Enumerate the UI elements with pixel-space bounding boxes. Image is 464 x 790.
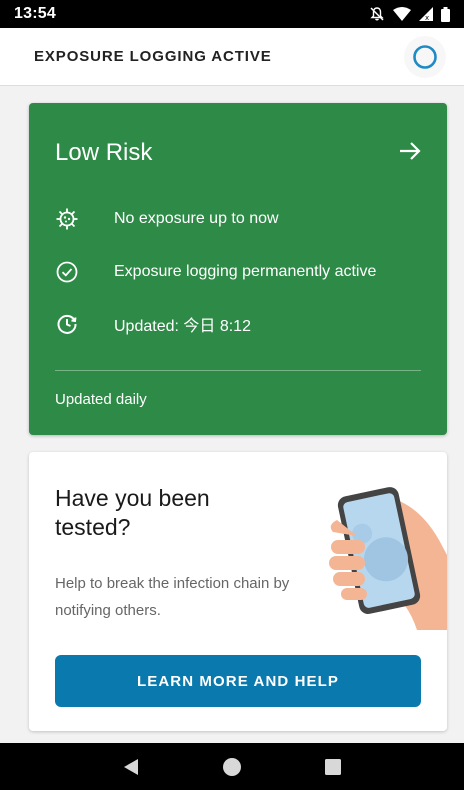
home-circle-icon — [222, 757, 241, 776]
svg-text:x: x — [425, 14, 429, 21]
app-bar: EXPOSURE LOGGING ACTIVE — [0, 28, 464, 86]
risk-row-exposure: No exposure up to now — [55, 207, 279, 231]
tested-card: Have you been tested? Help to break the … — [29, 452, 447, 731]
phone-in-hand-illustration — [327, 480, 447, 635]
wifi-icon — [393, 7, 411, 21]
nav-bar — [0, 743, 464, 790]
risk-row-logging: Exposure logging permanently active — [55, 260, 376, 284]
risk-row-text: No exposure up to now — [114, 210, 279, 227]
risk-row-text: Exposure logging permanently active — [114, 263, 377, 280]
risk-footer: Updated daily — [55, 391, 147, 408]
ring-icon — [413, 44, 437, 69]
risk-row-updated: Updated: 今日 8:12 — [55, 312, 251, 336]
recents-button[interactable] — [313, 747, 353, 787]
tested-body: Help to break the infection chain by not… — [55, 575, 290, 619]
learn-more-button[interactable]: LEARN MORE AND HELP — [55, 655, 421, 707]
status-bar: 13:54 x — [0, 0, 464, 28]
risk-card[interactable]: Low Risk No exposure up to now Exposure … — [29, 103, 447, 435]
signal-icon: x — [419, 7, 433, 21]
risk-divider — [55, 370, 421, 371]
check-circle-icon — [55, 260, 79, 284]
exposure-logging-status-button[interactable] — [404, 35, 446, 78]
status-icons: x — [369, 6, 450, 22]
risk-title: Low Risk — [55, 139, 153, 166]
battery-icon — [441, 6, 450, 22]
clock-refresh-icon — [55, 312, 79, 336]
back-button[interactable] — [111, 747, 151, 787]
virus-icon — [55, 207, 79, 231]
risk-row-text: Updated: 今日 8:12 — [114, 318, 251, 335]
app-title: EXPOSURE LOGGING ACTIVE — [34, 48, 272, 65]
status-time: 13:54 — [14, 5, 56, 22]
back-triangle-icon — [123, 758, 138, 775]
tested-title: Have you been tested? — [55, 485, 210, 540]
recents-square-icon — [325, 758, 342, 775]
arrow-right-icon[interactable] — [399, 141, 421, 166]
notifications-off-icon — [369, 6, 385, 22]
home-button[interactable] — [212, 747, 252, 787]
